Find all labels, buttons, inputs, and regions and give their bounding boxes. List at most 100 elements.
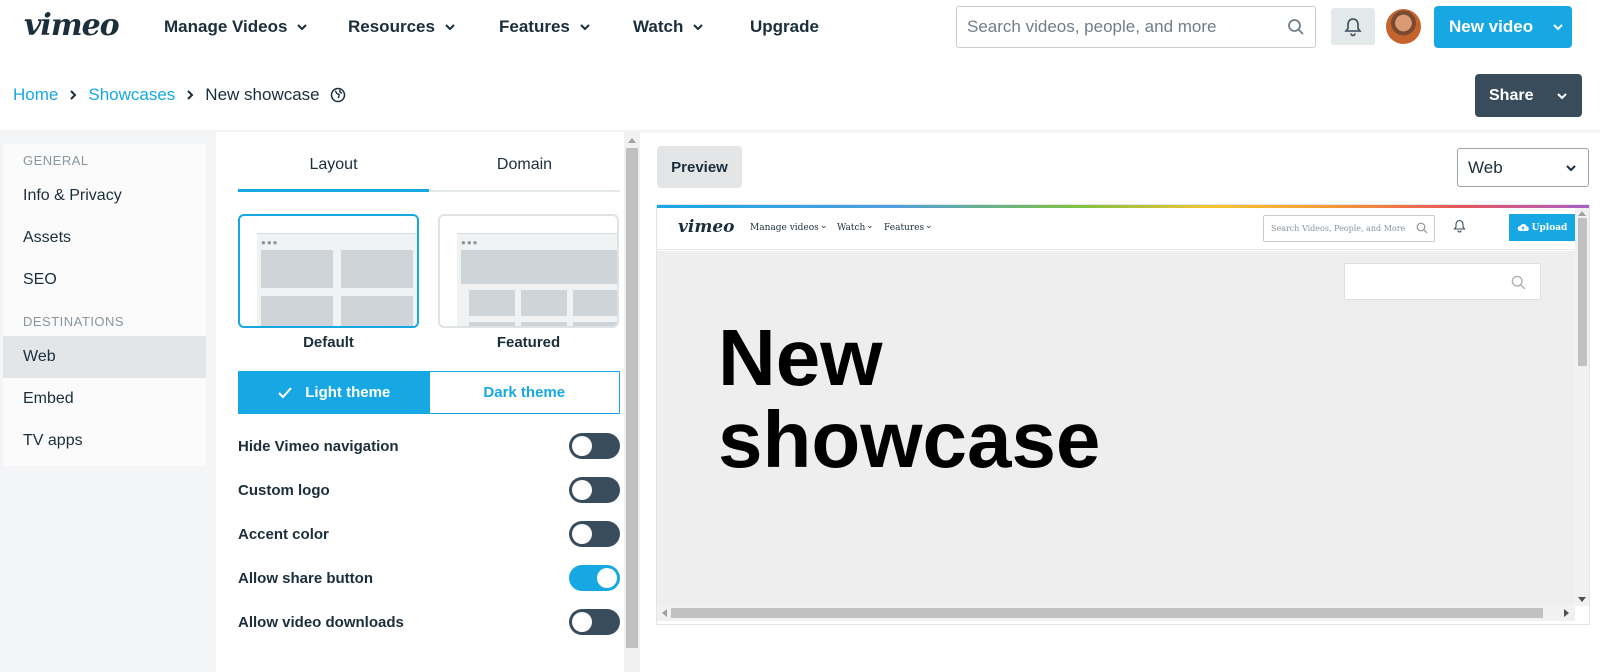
light-theme-button[interactable]: Light theme: [238, 371, 430, 414]
layout-option-featured[interactable]: ●●●: [438, 214, 619, 328]
thumbnail-block: [341, 296, 413, 326]
hide-navigation-toggle[interactable]: [569, 433, 620, 459]
settings-tabs: Layout Domain: [238, 140, 620, 192]
toggle-row-hide-navigation: Hide Vimeo navigation: [238, 432, 620, 460]
toggle-row-video-downloads: Allow video downloads: [238, 608, 620, 636]
thumbnail-block: [341, 250, 413, 288]
showcase-title-line2: showcase: [718, 395, 1101, 484]
new-video-label: New video: [1449, 17, 1534, 36]
preview-vimeo-logo: vimeo: [678, 217, 735, 237]
sidebar-heading-general: GENERAL: [23, 153, 89, 168]
layout-option-default[interactable]: ●●●: [238, 214, 419, 328]
share-button-toggle[interactable]: [569, 565, 620, 591]
showcase-title: New showcase: [718, 317, 1318, 481]
featured-block: [461, 250, 617, 284]
showcase-title-line1: New: [718, 313, 883, 402]
nav-manage-videos[interactable]: Manage Videos: [164, 17, 309, 37]
share-button[interactable]: Share: [1475, 74, 1582, 117]
chevron-down-icon: ⌄: [925, 221, 933, 231]
scroll-left-icon[interactable]: [662, 609, 667, 617]
thumbnail-block: [469, 322, 515, 326]
sidebar-item-seo[interactable]: SEO: [3, 259, 206, 301]
sidebar-item-info-privacy[interactable]: Info & Privacy: [3, 175, 206, 217]
sidebar-item-web[interactable]: Web: [3, 336, 206, 378]
sidebar-item-embed[interactable]: Embed: [3, 378, 206, 420]
scroll-down-icon[interactable]: [1578, 597, 1586, 602]
toggle-label: Accent color: [238, 525, 329, 543]
thumbnail-block: [573, 322, 617, 326]
video-downloads-toggle[interactable]: [569, 609, 620, 635]
tab-layout[interactable]: Layout: [238, 140, 429, 192]
sidebar-item-tv-apps[interactable]: TV apps: [3, 420, 206, 462]
nav-features[interactable]: Features: [499, 17, 592, 37]
layout-preview-featured: ●●●: [457, 233, 617, 326]
nav-manage-videos-label: Manage Videos: [164, 17, 288, 36]
preview-button[interactable]: Preview: [657, 146, 742, 188]
scrollbar-thumb[interactable]: [626, 148, 638, 648]
thumbnail-block: [469, 290, 515, 316]
breadcrumb-bar: Home Showcases New showcase Share: [0, 72, 1600, 117]
nav-features-label: Features: [499, 17, 570, 36]
accent-color-toggle[interactable]: [569, 521, 620, 547]
tab-domain[interactable]: Domain: [429, 140, 620, 190]
search-box: [956, 6, 1316, 48]
breadcrumb-home[interactable]: Home: [13, 85, 58, 105]
search-icon[interactable]: [1287, 18, 1305, 36]
toggle-row-custom-logo: Custom logo: [238, 476, 620, 504]
scroll-up-icon[interactable]: [628, 138, 636, 143]
nav-resources[interactable]: Resources: [348, 17, 457, 37]
chevron-down-icon: [693, 24, 704, 31]
sidebar-item-assets[interactable]: Assets: [3, 217, 206, 259]
chevron-right-icon: [187, 90, 194, 100]
scrollbar-thumb[interactable]: [1578, 218, 1587, 366]
custom-logo-toggle[interactable]: [569, 477, 620, 503]
toggle-row-share-button: Allow share button: [238, 564, 620, 592]
nav-watch-label: Watch: [633, 17, 684, 36]
new-video-button[interactable]: New video: [1434, 6, 1572, 48]
preview-nav-manage-videos: Manage videos: [750, 223, 819, 233]
sidebar-card: GENERAL Info & Privacy Assets SEO DESTIN…: [3, 144, 206, 466]
preview-nav-features: Features: [884, 223, 925, 233]
preview-vertical-scrollbar[interactable]: [1575, 208, 1589, 606]
preview-search-box: Search Videos, People, and More: [1263, 215, 1435, 242]
breadcrumb-current: New showcase: [205, 85, 320, 104]
chevron-down-icon: [445, 24, 455, 31]
preview-horizontal-scrollbar[interactable]: [657, 604, 1575, 621]
scroll-right-icon[interactable]: [1564, 609, 1569, 617]
chevron-down-icon: ⌄: [820, 221, 828, 231]
scroll-up-icon[interactable]: [1578, 211, 1586, 216]
preview-search-placeholder: Search Videos, People, and More: [1271, 224, 1406, 233]
breadcrumb-showcases[interactable]: Showcases: [88, 85, 175, 105]
nav-upgrade[interactable]: Upgrade: [750, 17, 819, 37]
window-dots-icon: ●●●: [261, 238, 279, 247]
window-dots-icon: ●●●: [461, 238, 479, 247]
top-navigation: vimeo Manage Videos Resources Features W…: [0, 0, 1600, 56]
chevron-down-icon: [297, 24, 308, 31]
thumbnail-block: [573, 290, 617, 316]
vimeo-logo[interactable]: vimeo: [24, 8, 120, 43]
device-select-value: Web: [1468, 157, 1503, 177]
cloud-upload-icon: [1517, 223, 1529, 231]
device-select[interactable]: Web: [1457, 148, 1589, 187]
layout-label-featured: Featured: [496, 334, 561, 351]
chevron-down-icon: [1566, 164, 1576, 171]
nav-watch[interactable]: Watch: [633, 17, 705, 37]
layout-preview-default: ●●●: [257, 233, 417, 326]
showcase-preview-frame: vimeo Manage videos ⌄ Watch ⌄ Features ⌄…: [656, 204, 1590, 625]
search-input[interactable]: [967, 17, 1287, 37]
notifications-button[interactable]: [1331, 8, 1375, 45]
user-avatar[interactable]: [1386, 9, 1421, 44]
chevron-right-icon: [70, 90, 77, 100]
dark-theme-button[interactable]: Dark theme: [429, 371, 620, 414]
toggle-row-accent-color: Accent color: [238, 520, 620, 548]
scrollbar-thumb[interactable]: [671, 608, 1543, 618]
showcase-search-box: [1344, 263, 1541, 300]
dark-theme-label: Dark theme: [483, 384, 566, 401]
toggle-label: Allow video downloads: [238, 613, 404, 631]
preview-nav-watch: Watch: [837, 223, 866, 233]
search-icon: [1511, 275, 1526, 290]
panel-scrollbar[interactable]: [624, 132, 640, 672]
nav-resources-label: Resources: [348, 17, 435, 36]
globe-icon[interactable]: [330, 87, 346, 103]
chevron-down-icon: [580, 24, 590, 31]
